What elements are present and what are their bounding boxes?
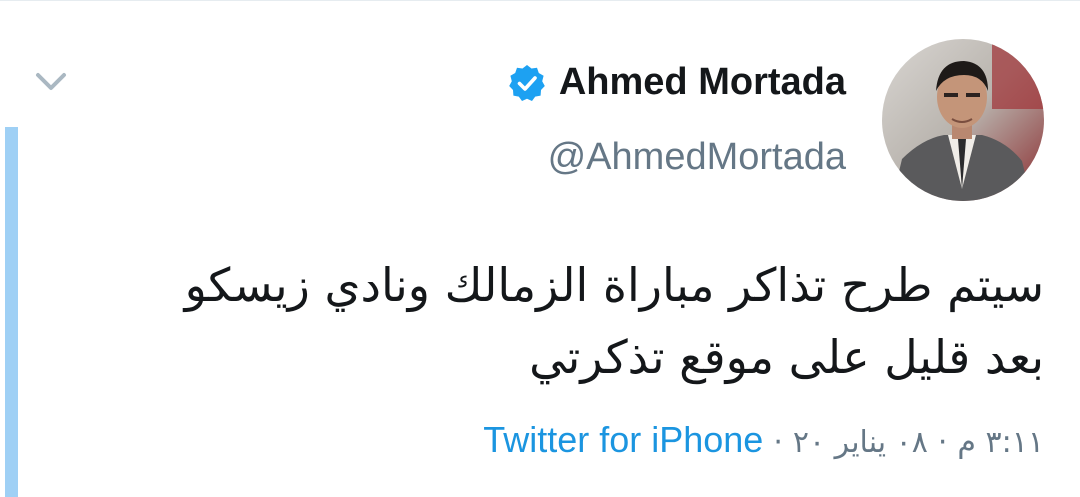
author-handle[interactable]: @AhmedMortada bbox=[548, 136, 846, 179]
author-name-row[interactable]: Ahmed Mortada bbox=[507, 61, 846, 104]
tweet-time: ٣:١١ م bbox=[957, 425, 1044, 460]
thread-line bbox=[5, 127, 18, 497]
tweet-text-line: بعد قليل على موقع تذكرتي bbox=[529, 330, 1044, 384]
tweet-date: ٠٨ يناير ٢٠ bbox=[792, 425, 928, 460]
author-name[interactable]: Ahmed Mortada bbox=[559, 61, 846, 104]
avatar[interactable] bbox=[882, 39, 1044, 201]
tweet-meta: ٣:١١ م · ٠٨ يناير ٢٠ · Twitter for iPhon… bbox=[483, 419, 1044, 461]
verified-badge-icon bbox=[507, 63, 547, 103]
chevron-down-icon[interactable] bbox=[34, 67, 68, 97]
tweet-text: سيتم طرح تذاكر مباراة الزمالك ونادي زيسك… bbox=[64, 249, 1044, 393]
tweet-text-line: سيتم طرح تذاكر مباراة الزمالك ونادي زيسك… bbox=[184, 258, 1044, 312]
meta-separator: · bbox=[773, 425, 783, 460]
meta-separator: · bbox=[937, 425, 948, 460]
tweet-source-link[interactable]: Twitter for iPhone bbox=[483, 419, 763, 461]
tweet-card[interactable]: Ahmed Mortada @AhmedMortada سيتم طرح تذا… bbox=[0, 0, 1080, 497]
